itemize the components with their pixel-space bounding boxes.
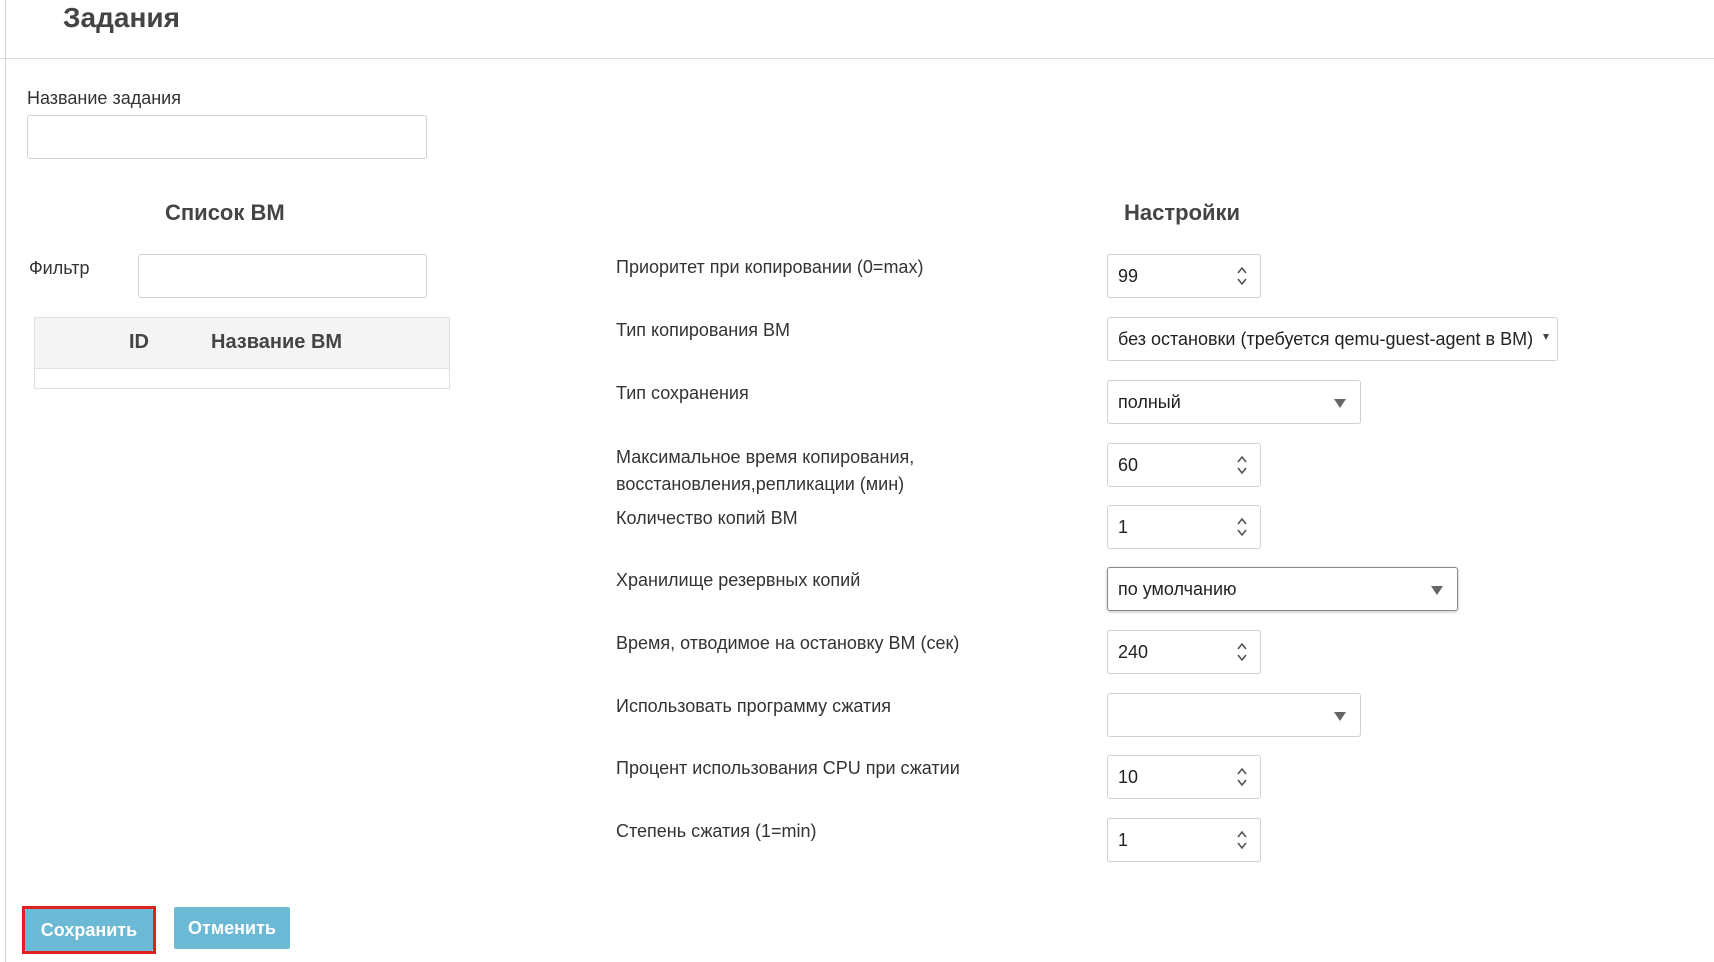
compression-program-select[interactable] <box>1107 693 1361 737</box>
copy-type-select[interactable]: без остановки (требуется qemu-guest-agen… <box>1107 317 1558 361</box>
save-type-label: Тип сохранения <box>616 383 749 403</box>
chevron-down-icon <box>1334 712 1346 721</box>
vm-stop-time-label: Время, отводимое на остановку ВМ (сек) <box>616 633 960 653</box>
compression-level-value: 1 <box>1118 830 1129 850</box>
max-copy-time-label: Максимальное время копирования, восстано… <box>616 447 915 494</box>
cancel-button[interactable]: Отменить <box>174 907 290 949</box>
vm-table-header: ID Название ВМ <box>35 318 449 369</box>
filter-label: Фильтр <box>29 258 90 278</box>
compression-level-label: Степень сжатия (1=min) <box>616 821 817 841</box>
chevron-down-icon <box>1334 399 1346 408</box>
column-header-vm-name[interactable]: Название ВМ <box>211 331 342 354</box>
save-button[interactable]: Сохранить <box>25 909 153 951</box>
priority-label: Приоритет при копировании (0=max) <box>616 257 924 277</box>
settings-title: Настройки <box>1124 200 1241 225</box>
backup-storage-select[interactable]: по умолчанию <box>1107 567 1458 611</box>
copies-count-value: 1 <box>1118 517 1129 537</box>
updown-arrows-icon[interactable] <box>1236 641 1248 663</box>
backup-storage-label: Хранилище резервных копий <box>616 570 861 590</box>
job-name-label: Название задания <box>27 88 181 108</box>
priority-spinner[interactable]: 99 <box>1107 254 1261 298</box>
page-title: Задания <box>63 2 180 33</box>
updown-arrows-icon[interactable] <box>1236 454 1248 476</box>
vm-list-title: Список ВМ <box>165 200 285 225</box>
filter-input[interactable] <box>138 254 427 298</box>
max-copy-time-spinner[interactable]: 60 <box>1107 443 1261 487</box>
save-type-value: полный <box>1118 392 1181 412</box>
backup-storage-value: по умолчанию <box>1118 579 1237 599</box>
vm-table: ID Название ВМ <box>34 317 450 389</box>
copy-type-value: без остановки (требуется qemu-guest-agen… <box>1118 329 1534 349</box>
cpu-percent-spinner[interactable]: 10 <box>1107 755 1261 799</box>
chevron-down-icon <box>1543 334 1549 340</box>
chevron-down-icon <box>1431 586 1443 595</box>
compression-program-label: Использовать программу сжатия <box>616 696 892 716</box>
cpu-percent-label: Процент использования CPU при сжатии <box>616 758 960 778</box>
job-name-input[interactable] <box>27 115 427 159</box>
left-border <box>5 0 6 962</box>
vm-stop-time-value: 240 <box>1118 642 1149 662</box>
copies-count-label: Количество копий ВМ <box>616 508 798 528</box>
updown-arrows-icon[interactable] <box>1236 516 1248 538</box>
save-type-select[interactable]: полный <box>1107 380 1361 424</box>
column-header-id[interactable]: ID <box>129 331 149 354</box>
priority-value: 99 <box>1118 266 1139 286</box>
page-header: Задания <box>0 0 1714 59</box>
max-copy-time-value: 60 <box>1118 455 1139 475</box>
copies-count-spinner[interactable]: 1 <box>1107 505 1261 549</box>
copy-type-label: Тип копирования ВМ <box>616 320 791 340</box>
cpu-percent-value: 10 <box>1118 767 1139 787</box>
compression-level-spinner[interactable]: 1 <box>1107 818 1261 862</box>
updown-arrows-icon[interactable] <box>1236 766 1248 788</box>
updown-arrows-icon[interactable] <box>1236 829 1248 851</box>
vm-stop-time-spinner[interactable]: 240 <box>1107 630 1261 674</box>
updown-arrows-icon[interactable] <box>1236 265 1248 287</box>
